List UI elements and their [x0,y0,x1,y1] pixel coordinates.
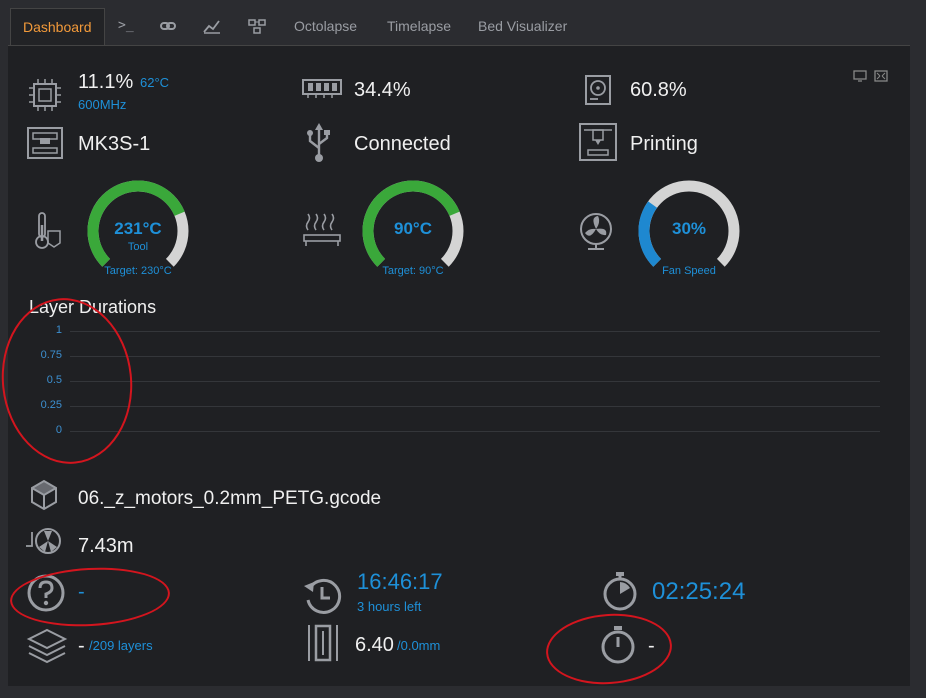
annotation-circle [0,291,141,471]
grid-line [70,381,880,382]
usb-icon [307,123,330,162]
dashboard-panel: 11.1% 62°C 600MHz 34.4% 60.8% MK3S-1 Con… [0,45,910,689]
thermometer-icon [35,212,61,249]
fan-icon [580,213,612,250]
cpu-icon [29,79,61,111]
z-height-max: /0.0mm [397,638,441,653]
eta-time: 16:46:17 [357,569,443,594]
tab-bar: Dashboard >_ Octolapse Timelapse Bed Vis… [0,0,926,45]
layer-durations-chart: 1 0.75 0.5 0.25 0 [8,321,910,441]
tab-nodes[interactable] [247,8,267,44]
link-icon [160,22,176,30]
bed-temp-value: 90°C [394,219,432,238]
cpu-freq: 600MHz [78,97,127,112]
monitor-icon[interactable] [853,70,867,82]
job-file: 06._z_motors_0.2mm_PETG.gcode [78,488,382,509]
nodes-icon [248,19,266,34]
tab-graph[interactable] [203,8,221,44]
cpu-temp: 62°C [140,75,170,90]
layers-icon [26,628,68,664]
fullscreen-icon[interactable] [874,70,888,82]
printer-icon [27,127,63,159]
memory-icon [302,79,342,98]
tool-temp-label: Tool [127,241,149,253]
elapsed-time: 02:25:24 [652,578,746,605]
printer-name: MK3S-1 [78,133,151,155]
disk-percent: 60.8% [630,79,687,101]
memory-percent: 34.4% [354,79,411,101]
fan-speed-value: 30% [671,219,707,238]
tab-bed-visualizer[interactable]: Bed Visualizer [478,8,567,44]
filament-icon [26,528,61,554]
z-height-icon [308,624,338,662]
cpu-percent: 11.1% [78,71,134,93]
filament-length: 7.43m [78,535,134,557]
tab-terminal[interactable]: >_ [118,8,134,44]
printer-state: Printing [630,133,698,155]
printer-state-icon [579,123,617,161]
stopwatch-icon [603,572,637,611]
tab-link[interactable] [160,8,176,44]
tab-timelapse[interactable]: Timelapse [387,8,451,44]
disk-icon [585,75,611,105]
tool-temp-target: Target: 230°C [104,265,172,277]
grid-line [70,406,880,407]
grid-line [70,356,880,357]
chart-icon [203,20,220,34]
fan-speed-label: Fan Speed [662,265,716,277]
layer-current: - [78,635,85,657]
z-height-value: 6.40 [355,634,394,656]
tool-temp-value: 231°C [114,219,162,238]
grid-line [70,431,880,432]
tab-octolapse[interactable]: Octolapse [294,8,357,44]
tab-dashboard[interactable]: Dashboard [10,8,105,45]
connection-status: Connected [354,133,451,155]
history-icon [304,578,342,614]
cube-icon [31,479,57,511]
annotation-circle [543,609,675,689]
eta-left: 3 hours left [357,599,422,614]
heatbed-icon [303,213,341,246]
grid-line [70,331,880,332]
bed-temp-target: Target: 90°C [382,265,444,277]
layer-total: /209 layers [89,638,153,653]
